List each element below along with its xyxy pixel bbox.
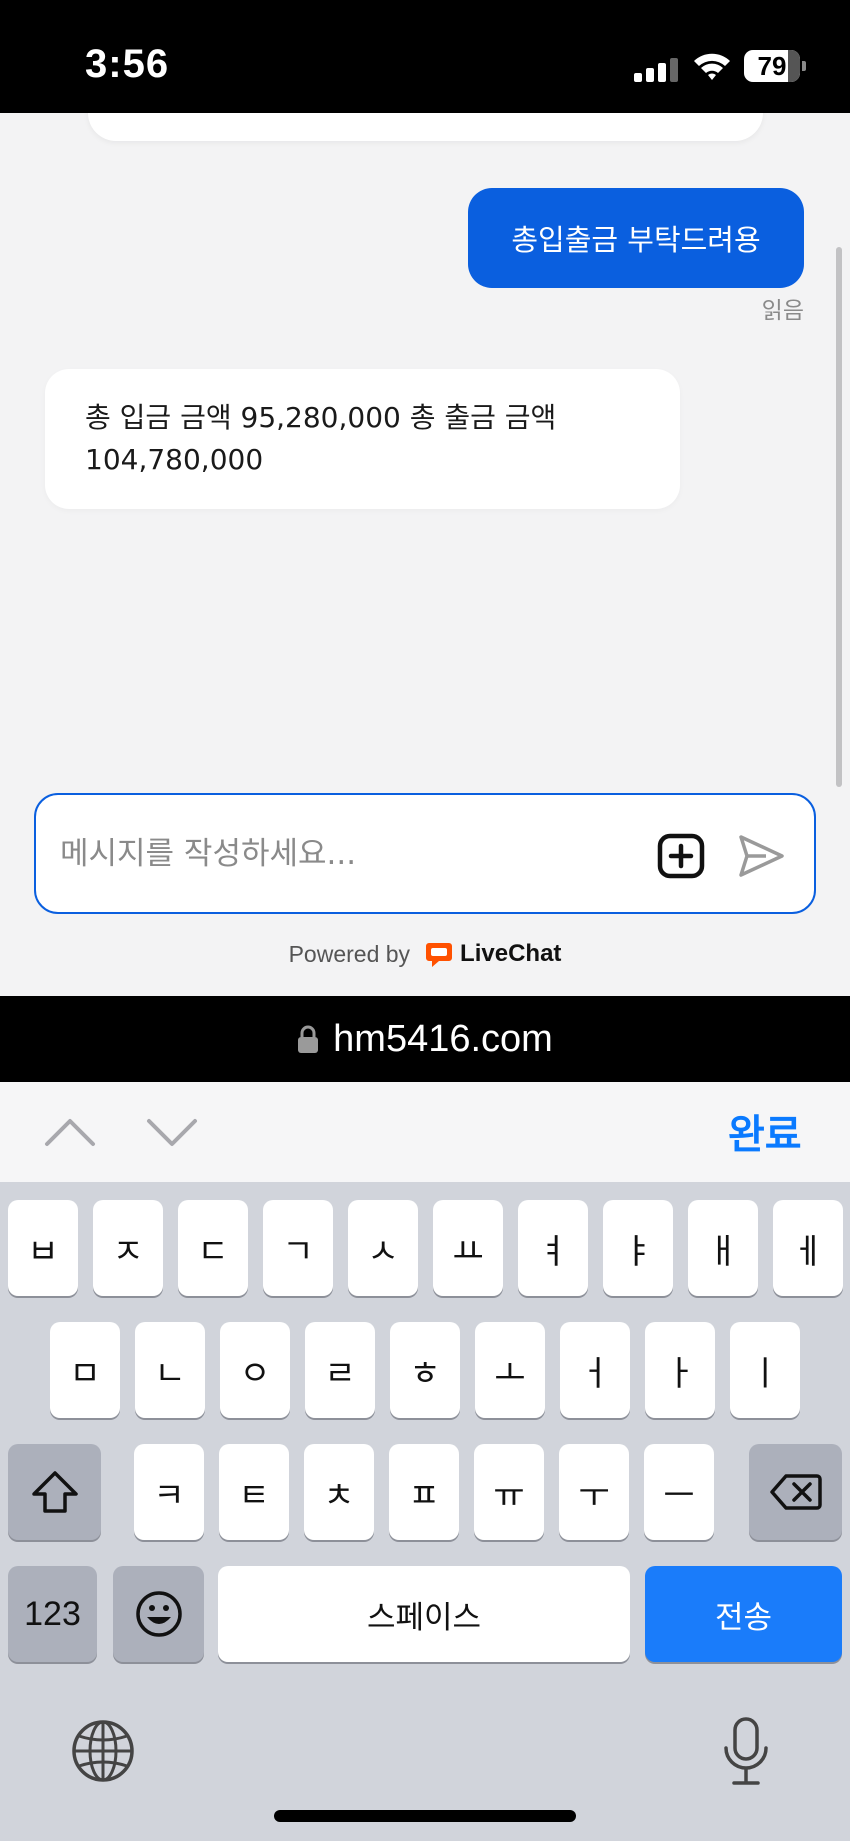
key-8[interactable]: ㅑ [603,1200,673,1296]
key-4[interactable]: ㄱ [263,1200,333,1296]
done-button[interactable]: 완료 [728,1102,802,1160]
key-1[interactable]: ㅋ [134,1444,204,1540]
korean-keyboard: ㅂ ㅈ ㄷ ㄱ ㅅ ㅛ ㅕ ㅑ ㅐ ㅔ ㅁ ㄴ ㅇ ㄹ ㅎ ㅗ ㅓ ㅏ ㅣ ㅋ ㅌ ㅊ ㅍ ㅠ ㅜ ㅡ 123 스페이스 전송 [0,1182,850,1841]
globe-icon[interactable] [70,1718,136,1784]
key-10[interactable]: ㅔ [773,1200,843,1296]
key-label: ㅓ [579,1353,611,1394]
next-field-chevron-down-icon[interactable] [146,1112,198,1152]
space-key-label: 스페이스 [366,1599,482,1636]
key-5[interactable]: ㅎ [390,1322,460,1418]
key-label: ㄹ [324,1353,356,1394]
key-label: ㄴ [154,1353,186,1394]
livechat-brand: LiveChat [460,940,562,967]
keyboard-accessory-bar: 완료 [0,1082,850,1182]
key-label: ㅐ [707,1231,739,1272]
status-time: 3:56 [85,42,170,86]
outgoing-message-text: 총입출금 부탁드려용 [511,223,761,257]
key-6[interactable]: ㅛ [433,1200,503,1296]
key-label: ㅑ [622,1231,654,1272]
livechat-logo-icon [426,943,453,967]
key-6[interactable]: ㅜ [559,1444,629,1540]
key-4[interactable]: ㄹ [305,1322,375,1418]
send-icon[interactable] [736,831,786,881]
numbers-key-label: 123 [24,1594,81,1633]
incoming-message-bubble: 총 입금 금액 95,280,000 총 출금 금액 104,780,000 [45,369,680,509]
cellular-signal-icon [634,58,678,82]
key-2[interactable]: ㅈ [93,1200,163,1296]
message-composer[interactable] [34,793,816,914]
previous-field-chevron-up-icon[interactable] [44,1112,96,1152]
shift-arrow-icon [31,1471,78,1513]
url-text[interactable]: hm5416.com [333,1018,553,1061]
key-1[interactable]: ㅂ [8,1200,78,1296]
powered-by-footer[interactable]: Powered by LiveChat [0,939,850,969]
key-label: ㅌ [238,1475,270,1516]
key-label: ㅣ [749,1353,781,1394]
key-label: ㅏ [664,1353,696,1394]
key-9[interactable]: ㅐ [688,1200,758,1296]
chat-area[interactable]: 총입출금 부탁드려용 읽음 총 입금 금액 95,280,000 총 출금 금액… [0,113,850,996]
key-7[interactable]: ㅓ [560,1322,630,1418]
send-key-label: 전송 [714,1599,773,1636]
key-label: ㅈ [112,1231,144,1272]
status-bar: 3:56 79 [0,0,850,113]
key-label: ㄷ [197,1231,229,1272]
key-label: ㅂ [27,1231,59,1272]
key-label: ㅍ [408,1475,440,1516]
key-label: ㅇ [239,1353,271,1394]
key-3[interactable]: ㅊ [304,1444,374,1540]
battery-icon: 79 [744,50,806,82]
key-label: ㅋ [153,1475,185,1516]
home-indicator[interactable] [274,1810,576,1822]
key-5[interactable]: ㅅ [348,1200,418,1296]
read-receipt: 읽음 [761,298,804,324]
key-4[interactable]: ㅍ [389,1444,459,1540]
lock-icon [298,1025,319,1053]
key-label: ㅔ [792,1231,824,1272]
key-label: ㅎ [409,1353,441,1394]
key-9[interactable]: ㅣ [730,1322,800,1418]
key-2[interactable]: ㄴ [135,1322,205,1418]
key-2[interactable]: ㅌ [219,1444,289,1540]
key-label: ㅡ [663,1475,695,1516]
powered-by-text: Powered by [288,940,411,967]
key-label: ㅅ [367,1231,399,1272]
outgoing-message-bubble: 총입출금 부탁드려용 [468,188,804,288]
backspace-key[interactable] [749,1444,842,1540]
key-8[interactable]: ㅏ [645,1322,715,1418]
incoming-message-text: 총 입금 금액 95,280,000 총 출금 금액 104,780,000 [85,401,557,476]
backspace-icon [769,1474,822,1510]
shift-key[interactable] [8,1444,101,1540]
key-6[interactable]: ㅗ [475,1322,545,1418]
key-label: ㅛ [452,1231,484,1272]
key-3[interactable]: ㄷ [178,1200,248,1296]
key-label: ㄱ [282,1231,314,1272]
key-7[interactable]: ㅕ [518,1200,588,1296]
key-label: ㅗ [494,1353,526,1394]
microphone-icon[interactable] [720,1716,772,1788]
key-label: ㅜ [578,1475,610,1516]
key-5[interactable]: ㅠ [474,1444,544,1540]
browser-url-bar[interactable]: hm5416.com [0,996,850,1082]
key-1[interactable]: ㅁ [50,1322,120,1418]
numbers-key[interactable]: 123 [8,1566,97,1662]
emoji-key[interactable] [113,1566,204,1662]
attach-plus-icon[interactable] [657,833,705,879]
chat-scrollbar[interactable] [836,247,842,787]
key-label: ㅕ [537,1231,569,1272]
key-3[interactable]: ㅇ [220,1322,290,1418]
wifi-icon [694,53,730,80]
space-key[interactable]: 스페이스 [218,1566,630,1662]
emoji-smiley-icon [135,1591,182,1637]
battery-percent: 79 [757,51,787,81]
key-7[interactable]: ㅡ [644,1444,714,1540]
key-label: ㅁ [69,1353,101,1394]
message-input[interactable] [60,825,620,883]
previous-message-card [88,113,763,141]
key-label: ㅊ [323,1475,355,1516]
send-key[interactable]: 전송 [645,1566,842,1662]
key-label: ㅠ [493,1475,525,1516]
